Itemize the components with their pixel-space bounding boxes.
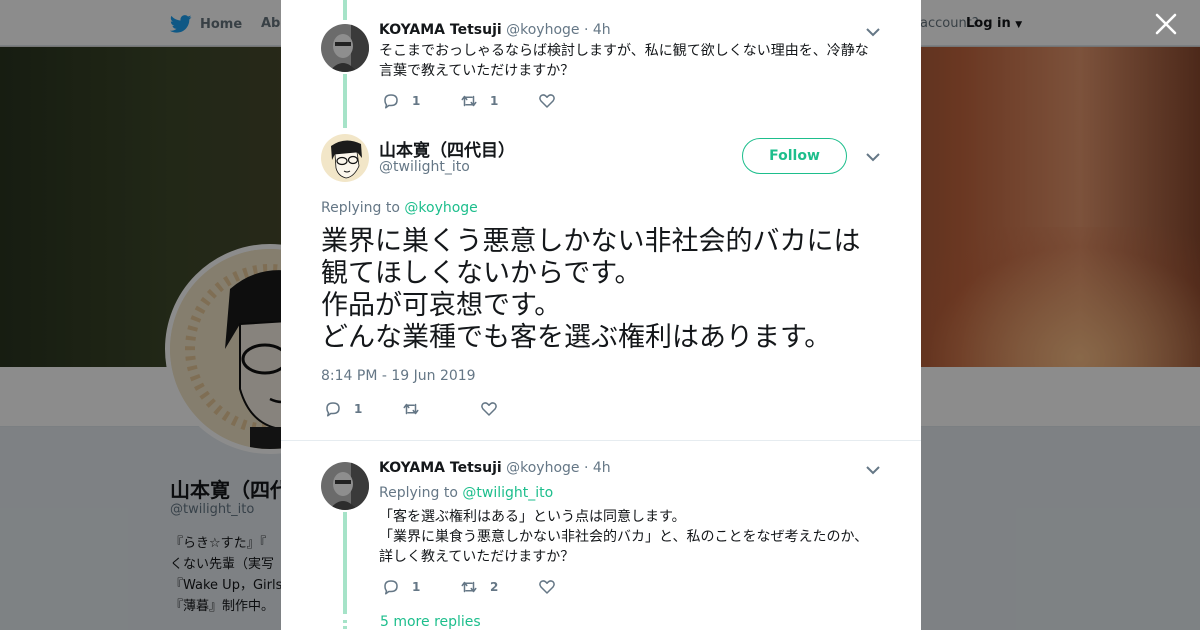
like-button[interactable] xyxy=(538,578,616,596)
thread-line xyxy=(343,512,347,614)
retweet-button[interactable]: 1 xyxy=(460,92,538,110)
replying-to: Replying to @koyhoge xyxy=(321,200,478,216)
heart-icon xyxy=(539,580,555,594)
author-handle[interactable]: @koyhoge xyxy=(506,460,579,476)
thread-line xyxy=(343,620,347,630)
tweet-actions: 1 1 xyxy=(382,92,616,110)
retweet-icon xyxy=(461,581,477,593)
tweet-header: KOYAMA Tetsuji @koyhoge · 4h xyxy=(379,22,611,38)
tweet-text-line: 業界に巣くう悪意しかない非社会的バカには xyxy=(321,226,861,257)
chevron-down-icon[interactable] xyxy=(866,27,880,37)
tweet-text-line: そこまでおっしゃるならば検討しますが、私に観て欲しくない理由を、冷静な xyxy=(379,43,869,59)
main-tweet-text: 業界に巣くう悪意しかない非社会的バカには 観てほしくないからです。 作品が可哀想… xyxy=(321,226,886,354)
reply-icon xyxy=(384,580,398,595)
retweet-icon xyxy=(403,403,419,415)
reply-button[interactable]: 1 xyxy=(324,400,402,418)
reply-button[interactable]: 1 xyxy=(382,578,460,596)
divider xyxy=(281,440,921,441)
thread-line xyxy=(343,0,347,20)
reply-icon xyxy=(384,94,398,109)
retweet-count: 2 xyxy=(490,580,499,594)
tweet-text-line: 言葉で教えていただけますか？ xyxy=(379,63,575,79)
replying-to-link[interactable]: @twilight_ito xyxy=(462,485,553,501)
author-name[interactable]: 山本寛（四代目） xyxy=(379,136,515,161)
replying-prefix: Replying to xyxy=(379,485,458,501)
tweet-text: そこまでおっしゃるならば検討しますが、私に観て欲しくない理由を、冷静な 言葉で教… xyxy=(379,41,874,81)
tweet-header: KOYAMA Tetsuji @koyhoge · 4h xyxy=(379,460,611,476)
tweet-timestamp[interactable]: 8:14 PM - 19 Jun 2019 xyxy=(321,368,476,384)
replying-to-link[interactable]: @koyhoge xyxy=(404,200,477,216)
tweet-text-line: 作品が可哀想です。 xyxy=(321,290,562,321)
tweet-time[interactable]: · 4h xyxy=(584,22,611,38)
reply-count: 1 xyxy=(354,402,363,416)
avatar[interactable] xyxy=(321,462,369,510)
follow-button[interactable]: Follow xyxy=(742,138,847,174)
tweet-modal: KOYAMA Tetsuji @koyhoge · 4h そこまでおっしゃるなら… xyxy=(281,0,921,630)
like-button[interactable] xyxy=(538,92,616,110)
tweet-text-line: 「業界に巣食う悪意しかない非社会的バカ」と、私のことをなぜ考えたのか、 xyxy=(379,529,869,545)
tweet-text-line: 観てほしくないからです。 xyxy=(321,258,642,289)
reply-icon xyxy=(326,402,340,417)
reply-count: 1 xyxy=(412,94,421,108)
tweet-text-line: どんな業種でも客を選ぶ権利はあります。 xyxy=(321,322,832,353)
retweet-count: 1 xyxy=(490,94,499,108)
avatar-yamamoto-illustration xyxy=(321,134,369,182)
heart-icon xyxy=(539,94,555,108)
avatar-koyama-photo xyxy=(321,462,369,510)
heart-icon xyxy=(481,402,497,416)
like-button[interactable] xyxy=(480,400,558,418)
replying-to: Replying to @twilight_ito xyxy=(379,485,553,501)
tweet-time[interactable]: · 4h xyxy=(584,460,611,476)
author-name[interactable]: KOYAMA Tetsuji xyxy=(379,460,502,476)
retweet-button[interactable] xyxy=(402,400,480,418)
reply-button[interactable]: 1 xyxy=(382,92,460,110)
chevron-down-icon[interactable] xyxy=(866,152,880,162)
tweet-actions: 1 xyxy=(324,400,558,418)
tweet-actions: 1 2 xyxy=(382,578,616,596)
tweet-text-line: 詳しく教えていただけますか？ xyxy=(379,549,575,565)
thread-line xyxy=(343,74,347,128)
close-icon[interactable] xyxy=(1154,12,1178,36)
avatar[interactable] xyxy=(321,134,369,182)
author-handle[interactable]: @koyhoge xyxy=(506,22,579,38)
tweet-text: 「客を選ぶ権利はある」という点は同意します。 「業界に巣食う悪意しかない非社会的… xyxy=(379,507,874,567)
chevron-down-icon[interactable] xyxy=(866,465,880,475)
author-handle[interactable]: @twilight_ito xyxy=(379,159,470,175)
avatar[interactable] xyxy=(321,24,369,72)
tweet-text-line: 「客を選ぶ権利はある」という点は同意します。 xyxy=(379,509,686,525)
avatar-koyama-photo xyxy=(321,24,369,72)
reply-count: 1 xyxy=(412,580,421,594)
retweet-button[interactable]: 2 xyxy=(460,578,538,596)
author-name[interactable]: KOYAMA Tetsuji xyxy=(379,22,502,38)
replying-prefix: Replying to xyxy=(321,200,400,216)
more-replies-link[interactable]: 5 more replies xyxy=(380,614,481,630)
retweet-icon xyxy=(461,95,477,107)
